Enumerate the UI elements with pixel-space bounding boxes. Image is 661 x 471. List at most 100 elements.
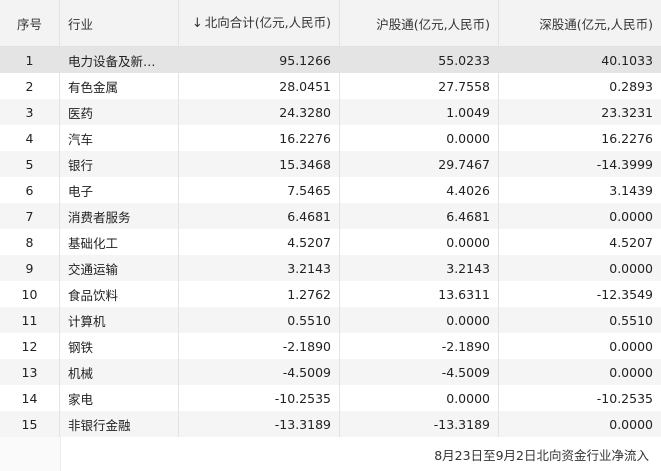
header-index[interactable]: 序号 <box>0 0 60 46</box>
cell-shenzhen-text: 3.1439 <box>609 182 653 198</box>
cell-north-total: 24.3280 <box>179 99 340 125</box>
cell-shanghai-text: 0.0000 <box>446 312 490 328</box>
table-row[interactable]: 4 汽车 16.2276 0.0000 16.2276 <box>0 125 661 151</box>
cell-shenzhen-text: 0.5510 <box>609 312 653 328</box>
cell-index: 7 <box>0 203 60 229</box>
cell-north-total-text: -2.1890 <box>282 338 331 354</box>
header-shanghai-connect[interactable]: 沪股通(亿元,人民币) <box>340 0 499 46</box>
cell-shanghai: 0.0000 <box>340 125 499 151</box>
table-row[interactable]: 3 医药 24.3280 1.0049 23.3231 <box>0 99 661 125</box>
header-north-total[interactable]: ↓ 北向合计(亿元,人民币) <box>179 0 340 46</box>
table-row[interactable]: 11 计算机 0.5510 0.0000 0.5510 <box>0 307 661 333</box>
cell-north-total: -10.2535 <box>179 385 340 411</box>
table-body: 1 电力设备及新… 95.1266 55.0233 40.1033 2 有色金属 28.045… <box>0 47 661 437</box>
cell-industry: 计算机 <box>60 307 179 333</box>
cell-north-total: 28.0451 <box>179 73 340 99</box>
cell-shanghai: 0.0000 <box>340 229 499 255</box>
cell-industry-text: 食品饮料 <box>68 287 119 303</box>
cell-shenzhen-text: -10.2535 <box>596 390 653 406</box>
cell-shanghai-text: 0.0000 <box>446 130 490 146</box>
cell-shenzhen: 0.0000 <box>499 255 661 281</box>
cell-industry: 交通运输 <box>60 255 179 281</box>
table-footer: 8月23日至9月2日北向资金行业净流入 <box>0 437 661 471</box>
table-row[interactable]: 2 有色金属 28.0451 27.7558 0.2893 <box>0 73 661 99</box>
cell-shanghai-text: 0.0000 <box>446 234 490 250</box>
cell-north-total-text: 24.3280 <box>279 104 331 120</box>
table-row[interactable]: 7 消费者服务 6.4681 6.4681 0.0000 <box>0 203 661 229</box>
cell-shanghai: 27.7558 <box>340 73 499 99</box>
cell-shenzhen: -12.3549 <box>499 281 661 307</box>
header-industry[interactable]: 行业 <box>60 0 179 46</box>
cell-shenzhen: -10.2535 <box>499 385 661 411</box>
header-shenzhen-connect[interactable]: 深股通(亿元,人民币) <box>499 0 661 46</box>
cell-shanghai-text: -4.5009 <box>441 364 490 380</box>
cell-north-total-text: 16.2276 <box>279 130 331 146</box>
cell-industry: 机械 <box>60 359 179 385</box>
cell-shenzhen: 0.5510 <box>499 307 661 333</box>
cell-industry: 有色金属 <box>60 73 179 99</box>
table-row[interactable]: 9 交通运输 3.2143 3.2143 0.0000 <box>0 255 661 281</box>
cell-shanghai-text: -2.1890 <box>441 338 490 354</box>
cell-industry: 家电 <box>60 385 179 411</box>
cell-index: 11 <box>0 307 60 333</box>
table-row[interactable]: 5 银行 15.3468 29.7467 -14.3999 <box>0 151 661 177</box>
cell-north-total-text: 7.5465 <box>287 182 331 198</box>
cell-shenzhen-text: 0.0000 <box>609 208 653 224</box>
cell-industry-text: 家电 <box>68 391 94 407</box>
cell-index-text: 6 <box>25 182 34 198</box>
table-row[interactable]: 14 家电 -10.2535 0.0000 -10.2535 <box>0 385 661 411</box>
table-row[interactable]: 6 电子 7.5465 4.4026 3.1439 <box>0 177 661 203</box>
cell-industry: 钢铁 <box>60 333 179 359</box>
cell-shenzhen: 4.5207 <box>499 229 661 255</box>
table-row[interactable]: 15 非银行金融 -13.3189 -13.3189 0.0000 <box>0 411 661 437</box>
cell-shenzhen-text: 0.0000 <box>609 338 653 354</box>
cell-north-total-text: 28.0451 <box>279 78 331 94</box>
cell-north-total: 15.3468 <box>179 151 340 177</box>
table-header: 序号 行业 ↓ 北向合计(亿元,人民币) 沪股通(亿元,人民币) 深股通(亿元,人… <box>0 0 661 47</box>
cell-shenzhen-text: -12.3549 <box>596 286 653 302</box>
cell-shanghai-text: 4.4026 <box>446 182 490 198</box>
cell-industry-text: 交通运输 <box>68 261 119 277</box>
cell-shanghai-text: -13.3189 <box>433 416 490 432</box>
table-row[interactable]: 13 机械 -4.5009 -4.5009 0.0000 <box>0 359 661 385</box>
footer-note: 8月23日至9月2日北向资金行业净流入 <box>434 447 649 463</box>
cell-north-total: 95.1266 <box>179 47 340 73</box>
cell-index-text: 2 <box>25 78 34 94</box>
sort-desc-icon: ↓ <box>191 15 203 31</box>
cell-index-text: 13 <box>21 364 38 380</box>
cell-index: 2 <box>0 73 60 99</box>
cell-index-text: 12 <box>21 338 38 354</box>
cell-shanghai: 3.2143 <box>340 255 499 281</box>
cell-industry-text: 钢铁 <box>68 339 94 355</box>
cell-shenzhen: 40.1033 <box>499 47 661 73</box>
table-row[interactable]: 1 电力设备及新… 95.1266 55.0233 40.1033 <box>0 47 661 73</box>
cell-north-total: 1.2762 <box>179 281 340 307</box>
cell-shenzhen-text: -14.3999 <box>596 156 653 172</box>
cell-north-total: 16.2276 <box>179 125 340 151</box>
cell-industry: 银行 <box>60 151 179 177</box>
cell-index-text: 11 <box>21 312 38 328</box>
cell-shenzhen: 3.1439 <box>499 177 661 203</box>
cell-industry-text: 机械 <box>68 365 94 381</box>
cell-north-total-text: 15.3468 <box>279 156 331 172</box>
cell-shanghai-text: 0.0000 <box>446 390 490 406</box>
cell-shanghai: 1.0049 <box>340 99 499 125</box>
cell-shenzhen-text: 0.0000 <box>609 416 653 432</box>
cell-index-text: 3 <box>25 104 34 120</box>
table-row[interactable]: 10 食品饮料 1.2762 13.6311 -12.3549 <box>0 281 661 307</box>
cell-north-total: -13.3189 <box>179 411 340 437</box>
table-row[interactable]: 12 钢铁 -2.1890 -2.1890 0.0000 <box>0 333 661 359</box>
cell-shenzhen-text: 4.5207 <box>609 234 653 250</box>
cell-shenzhen-text: 16.2276 <box>601 130 653 146</box>
cell-shenzhen-text: 0.2893 <box>609 78 653 94</box>
cell-index: 13 <box>0 359 60 385</box>
cell-index: 5 <box>0 151 60 177</box>
cell-shanghai-text: 27.7558 <box>438 78 490 94</box>
cell-industry-text: 非银行金融 <box>68 417 131 433</box>
cell-shanghai-text: 6.4681 <box>446 208 490 224</box>
cell-shenzhen: 0.2893 <box>499 73 661 99</box>
cell-north-total: 6.4681 <box>179 203 340 229</box>
table-row[interactable]: 8 基础化工 4.5207 0.0000 4.5207 <box>0 229 661 255</box>
cell-industry: 医药 <box>60 99 179 125</box>
cell-industry-text: 计算机 <box>68 313 106 329</box>
